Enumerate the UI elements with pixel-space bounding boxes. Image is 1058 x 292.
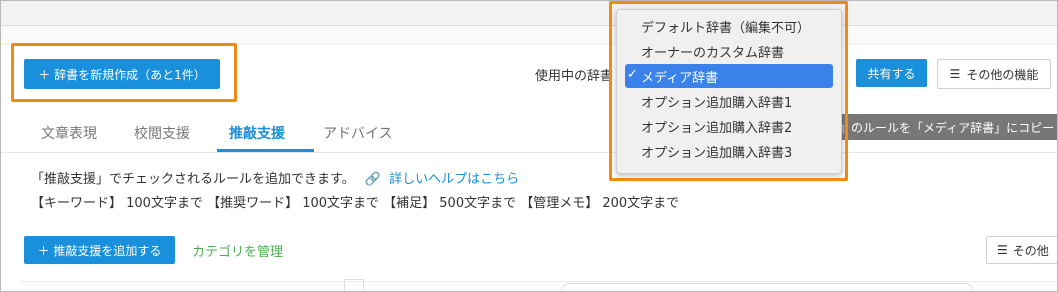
tab-proofreading-label: 校閲支援 <box>134 126 190 142</box>
search-field[interactable] <box>561 283 973 291</box>
link-icon: 🔗 <box>364 172 382 187</box>
dictionary-in-use-label: 使用中の辞書 <box>535 69 614 84</box>
app-window: ＋ 辞書を新規作成（あと1件） 使用中の辞書 › 共有する ☰ その他の機能 』… <box>0 0 1058 292</box>
top-bar <box>1 1 1057 26</box>
limits-text: 【キーワード】 100文字まで 【推奨ワード】 100文字まで 【補足】 500… <box>31 196 680 211</box>
table-top-border <box>21 281 1057 282</box>
manage-category-link[interactable]: カテゴリを管理 <box>192 241 283 260</box>
tab-advice-label: アドバイス <box>323 126 393 142</box>
menu-icon-bottom: ☰ <box>997 243 1008 257</box>
add-revision-support-button[interactable]: ＋ 推敲支援を追加する <box>24 236 175 264</box>
menu-icon: ☰ <box>949 67 961 81</box>
more-functions-button[interactable]: ☰ その他の機能 <box>937 59 1051 89</box>
more-functions-label: その他の機能 <box>966 67 1039 82</box>
help-link[interactable]: 詳しいヘルプはこちら <box>389 172 519 187</box>
bottom-more-label: その他 <box>1012 243 1049 258</box>
tab-expression[interactable]: 文章表現 <box>41 123 97 143</box>
tabs-divider <box>1 152 1057 153</box>
tooltip-text: 』のルールを「メディア辞書」にコピー <box>839 120 1055 135</box>
tab-expression-label: 文章表現 <box>41 126 97 142</box>
highlight-box-new-dictionary <box>11 43 237 102</box>
share-button-label: 共有する <box>867 66 916 81</box>
tab-revision-support-label: 推敲支援 <box>229 126 285 142</box>
add-revision-support-label: ＋ 推敲支援を追加する <box>37 243 162 258</box>
share-button[interactable]: 共有する <box>856 59 927 87</box>
highlight-box-dropdown <box>609 1 848 181</box>
tab-revision-support[interactable]: 推敲支援 <box>229 123 285 143</box>
tab-advice[interactable]: アドバイス <box>323 123 393 143</box>
copy-rule-tooltip: 』のルールを「メディア辞書」にコピー <box>829 114 1057 140</box>
description-line: 「推敲支援」でチェックされるルールを追加できます。 🔗 詳しいヘルプはこちら <box>31 168 519 187</box>
description-text: 「推敲支援」でチェックされるルールを追加できます。 <box>31 172 355 187</box>
tab-proofreading[interactable]: 校閲支援 <box>134 123 190 143</box>
bottom-more-button[interactable]: ☰ その他 <box>986 236 1057 264</box>
